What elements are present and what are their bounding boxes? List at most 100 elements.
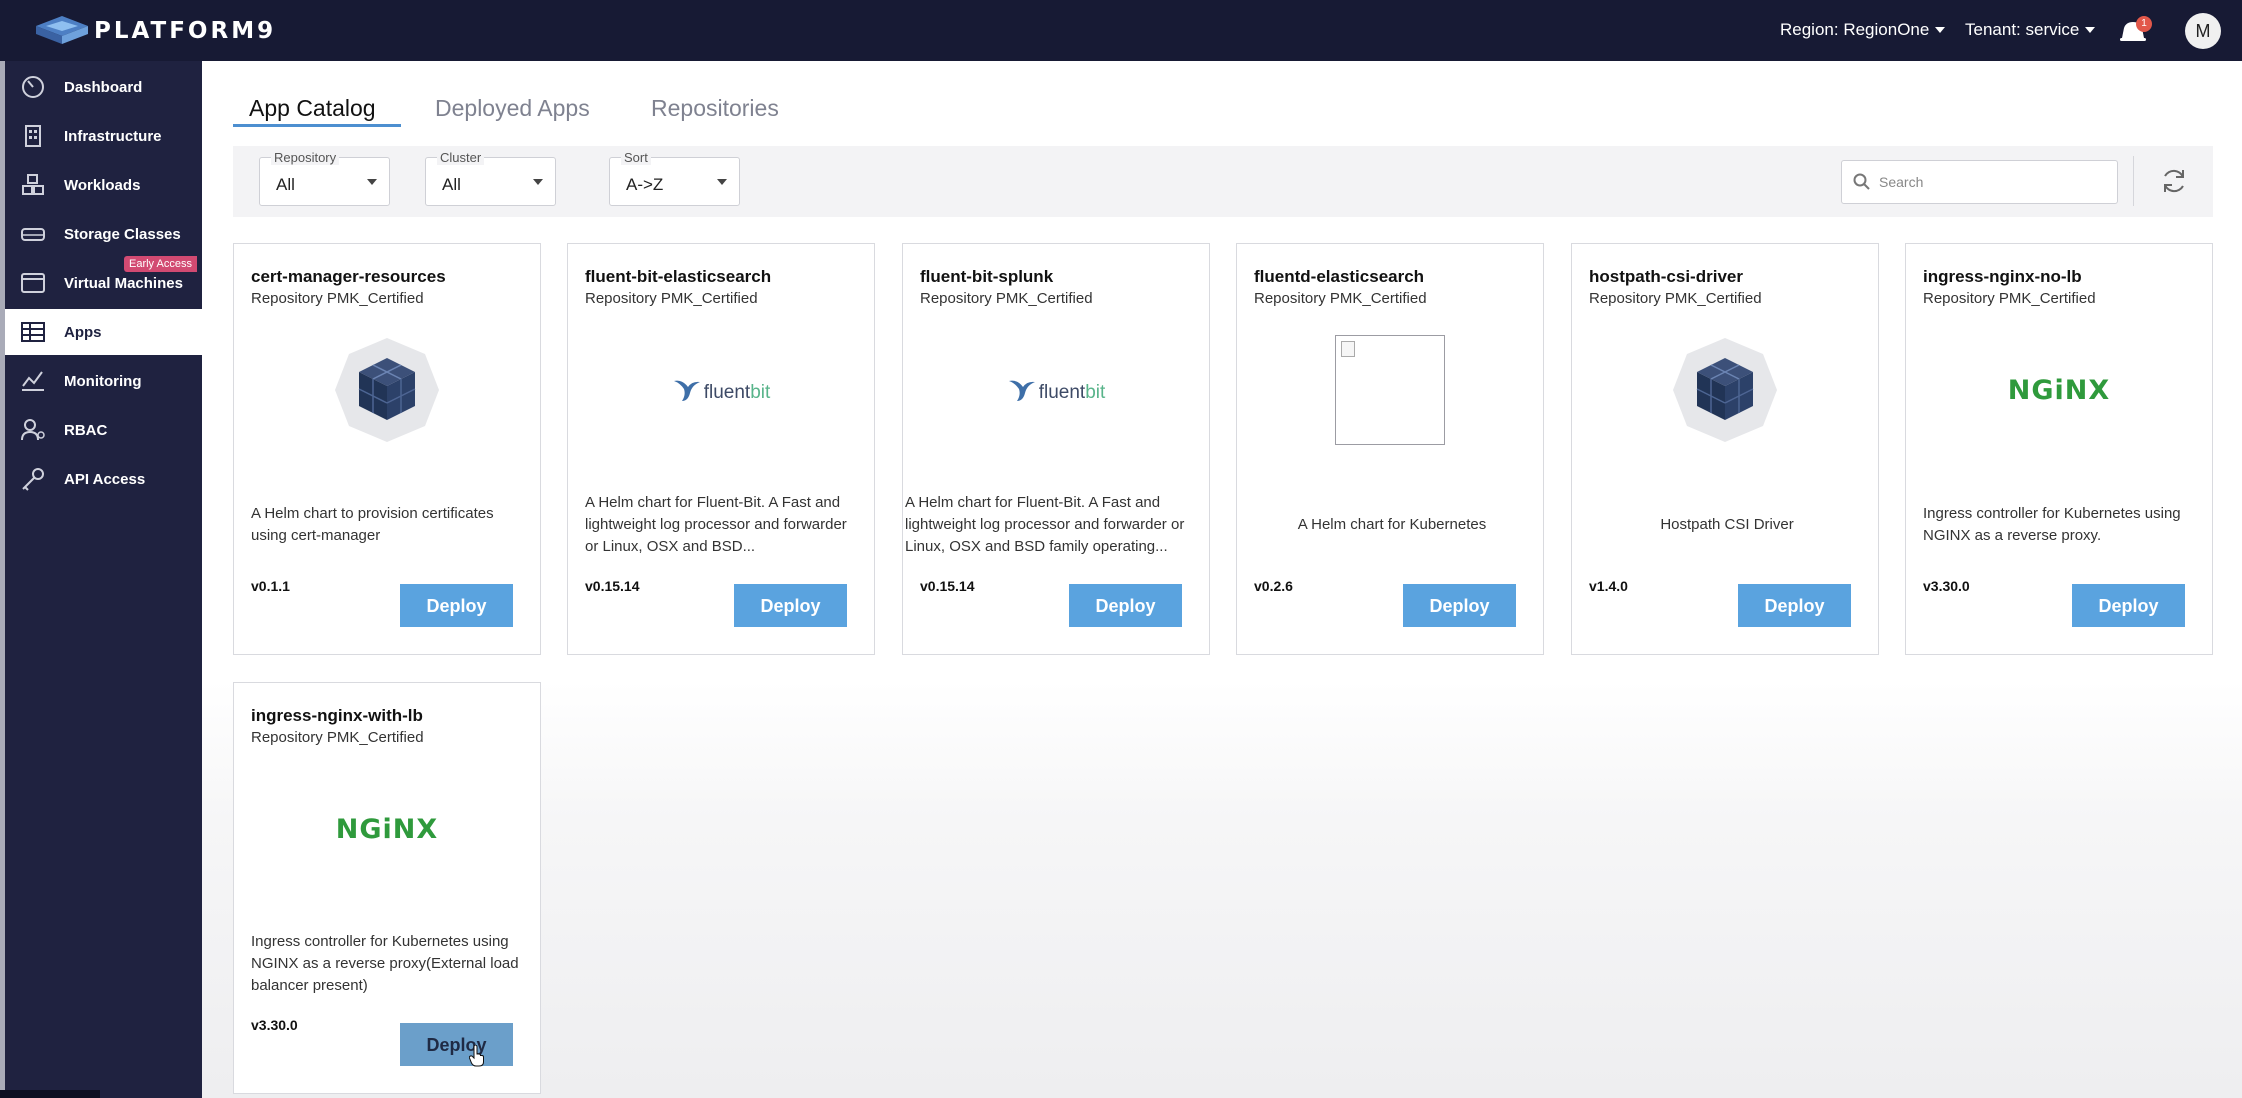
avatar[interactable]: M <box>2185 13 2221 49</box>
hand-cursor-icon <box>469 1045 484 1067</box>
app-description: Hostpath CSI Driver <box>1660 516 1794 533</box>
deploy-button[interactable]: Deploy <box>400 1023 513 1066</box>
app-logo: NGiNX <box>234 769 540 889</box>
app-version: v0.15.14 <box>920 578 975 594</box>
chevron-down-icon <box>367 179 377 185</box>
sidebar-item-storage-classes[interactable]: Storage Classes <box>5 211 202 257</box>
tab-deployed-apps[interactable]: Deployed Apps <box>435 95 590 122</box>
app-repository: Repository PMK_Certified <box>1254 290 1427 307</box>
sort-filter-value: A->Z <box>626 175 664 194</box>
deploy-button[interactable]: Deploy <box>1403 584 1516 627</box>
chevron-down-icon <box>533 179 543 185</box>
repository-filter[interactable]: Repository All <box>259 150 390 206</box>
app-description: Ingress controller for Kubernetes using … <box>1923 505 2181 544</box>
app-logo <box>1572 330 1878 450</box>
sidebar-item-dashboard[interactable]: Dashboard <box>5 64 202 110</box>
sidebar-item-label: Workloads <box>64 176 141 194</box>
bit-text: bit <box>1085 382 1106 403</box>
bit-text: bit <box>750 382 771 403</box>
refresh-icon[interactable] <box>2158 165 2190 197</box>
sidebar-item-label: Infrastructure <box>64 127 162 145</box>
deploy-button[interactable]: Deploy <box>2072 584 2185 627</box>
sidebar-item-rbac[interactable]: RBAC <box>5 407 202 453</box>
region-selector[interactable]: Region: RegionOne <box>1780 20 1946 40</box>
app-version: v3.30.0 <box>251 1017 298 1033</box>
sidebar-item-monitoring[interactable]: Monitoring <box>5 358 202 404</box>
app-logo: fluentbit <box>568 330 874 450</box>
app-title: ingress-nginx-with-lb <box>251 706 423 725</box>
user-key-icon <box>19 416 47 444</box>
sidebar-item-apps[interactable]: Apps <box>5 309 202 355</box>
sidebar-item-label: RBAC <box>64 421 108 439</box>
tenant-label: Tenant: service <box>1965 20 2080 39</box>
app-card-fluent-bit-splunk: fluent-bit-splunk Repository PMK_Certifi… <box>902 243 1210 655</box>
sidebar-item-label: API Access <box>64 470 146 488</box>
search-box[interactable] <box>1841 160 2118 204</box>
hard-drive-icon <box>19 220 47 248</box>
app-version: v1.4.0 <box>1589 578 1628 594</box>
filter-divider <box>2133 156 2134 206</box>
nginx-logo: NGiNX <box>335 813 439 845</box>
deploy-button[interactable]: Deploy <box>1069 584 1182 627</box>
window-icon <box>19 269 47 297</box>
tenant-selector[interactable]: Tenant: service <box>1965 20 2096 40</box>
region-label: Region: RegionOne <box>1780 20 1930 39</box>
app-title: fluent-bit-splunk <box>920 267 1054 286</box>
app-logo <box>1237 330 1543 450</box>
app-card-ingress-nginx-no-lb: ingress-nginx-no-lb Repository PMK_Certi… <box>1905 243 2213 655</box>
deploy-button[interactable]: Deploy <box>400 584 513 627</box>
app-title: ingress-nginx-no-lb <box>1923 267 2082 286</box>
sidebar-item-workloads[interactable]: Workloads <box>5 162 202 208</box>
app-logo: fluentbit <box>903 330 1209 450</box>
sort-filter-label: Sort <box>621 150 651 165</box>
app-logo <box>234 330 540 450</box>
platform9-logo[interactable]: PLATFORM9 <box>34 14 276 48</box>
app-description: A Helm chart for Fluent-Bit. A Fast and … <box>585 494 847 555</box>
cluster-filter-label: Cluster <box>437 150 485 165</box>
deploy-button[interactable]: Deploy <box>734 584 847 627</box>
building-icon <box>19 122 47 150</box>
tab-repositories[interactable]: Repositories <box>651 95 779 122</box>
app-version: v0.2.6 <box>1254 578 1293 594</box>
tab-app-catalog[interactable]: App Catalog <box>249 95 376 122</box>
sidebar-item-label: Dashboard <box>64 78 143 96</box>
app-repository: Repository PMK_Certified <box>1589 290 1762 307</box>
sidebar-footer <box>0 1090 100 1098</box>
early-access-badge: Early Access <box>124 256 197 272</box>
grid-table-icon <box>19 318 47 346</box>
cubes-icon <box>19 171 47 199</box>
app-version: v0.1.1 <box>251 578 290 594</box>
app-repository: Repository PMK_Certified <box>585 290 758 307</box>
app-card-fluentd-elasticsearch: fluentd-elasticsearch Repository PMK_Cer… <box>1236 243 1544 655</box>
app-version: v3.30.0 <box>1923 578 1970 594</box>
app-description: A Helm chart to provision certificates u… <box>251 505 494 544</box>
app-logo: NGiNX <box>1906 330 2212 450</box>
app-repository: Repository PMK_Certified <box>920 290 1093 307</box>
cluster-filter[interactable]: Cluster All <box>425 150 556 206</box>
sidebar-item-infrastructure[interactable]: Infrastructure <box>5 113 202 159</box>
fluentbit-logo: fluentbit <box>672 376 771 404</box>
sort-filter[interactable]: Sort A->Z <box>609 150 740 206</box>
brand-name: PLATFORM9 <box>94 18 277 44</box>
app-card-ingress-nginx-with-lb: ingress-nginx-with-lb Repository PMK_Cer… <box>233 682 541 1094</box>
search-input[interactable] <box>1877 169 2111 195</box>
deploy-button[interactable]: Deploy <box>1738 584 1851 627</box>
app-repository: Repository PMK_Certified <box>1923 290 2096 307</box>
broken-image-icon <box>1335 335 1445 445</box>
sidebar-item-label: Virtual Machines <box>64 274 183 292</box>
chevron-down-icon <box>717 179 727 185</box>
cluster-filter-value: All <box>442 175 461 194</box>
active-tab-indicator <box>233 124 401 127</box>
key-icon <box>19 465 47 493</box>
fluentbit-bird-icon <box>1008 380 1035 401</box>
chevron-down-icon <box>2085 27 2096 33</box>
dashboard-gauge-icon <box>19 73 47 101</box>
sidebar-item-api-access[interactable]: API Access <box>5 456 202 502</box>
app-description: Ingress controller for Kubernetes using … <box>251 933 519 994</box>
app-repository: Repository PMK_Certified <box>251 290 424 307</box>
platform9-logo-icon <box>36 16 88 44</box>
helm-cube-icon <box>1673 338 1777 442</box>
fluent-text: fluent <box>703 382 751 403</box>
repository-filter-label: Repository <box>271 150 340 165</box>
app-title: cert-manager-resources <box>251 267 446 286</box>
